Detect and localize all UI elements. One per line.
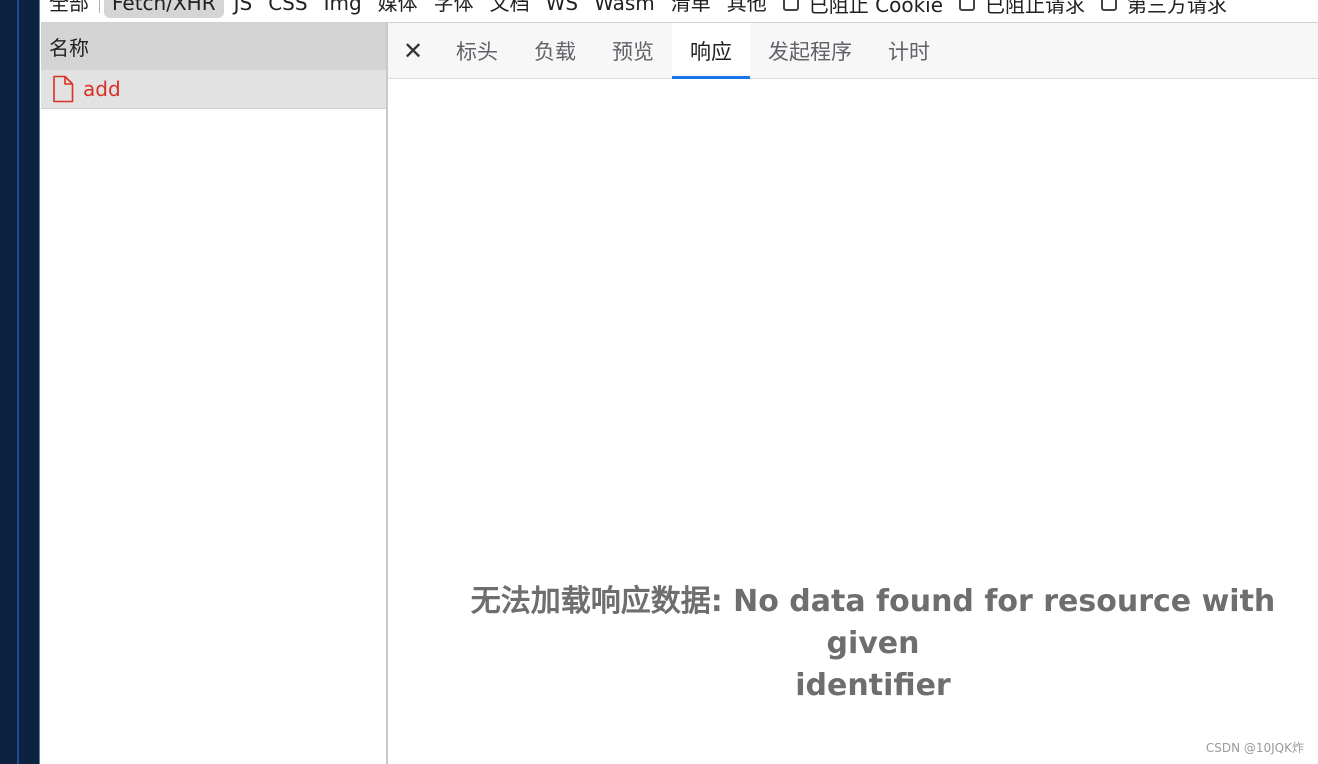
tab-initiator[interactable]: 发起程序 bbox=[750, 23, 870, 78]
blocked-requests-checkbox[interactable] bbox=[959, 0, 976, 11]
third-party-checkbox[interactable] bbox=[1101, 0, 1118, 11]
filter-doc[interactable]: 文档 bbox=[482, 0, 538, 18]
request-name: add bbox=[83, 77, 121, 101]
filter-wasm[interactable]: Wasm bbox=[586, 0, 663, 18]
tab-headers[interactable]: 标头 bbox=[438, 23, 516, 78]
blocked-requests-filter[interactable]: 已阻止请求 bbox=[951, 0, 1093, 18]
filter-fetch-xhr[interactable]: Fetch/XHR bbox=[104, 0, 224, 18]
filter-separator bbox=[99, 0, 100, 13]
response-error-line-1: 无法加载响应数据: No data found for resource wit… bbox=[470, 584, 1276, 661]
close-icon[interactable]: ✕ bbox=[388, 23, 438, 78]
tab-payload[interactable]: 负载 bbox=[516, 23, 594, 78]
sidebar-accent-line bbox=[17, 0, 19, 764]
name-column-label: 名称 bbox=[49, 36, 89, 60]
filter-other[interactable]: 其他 bbox=[719, 0, 775, 18]
filter-ws[interactable]: WS bbox=[538, 0, 586, 18]
blocked-requests-label: 已阻止请求 bbox=[985, 0, 1086, 17]
filter-bar: 全部 Fetch/XHR JS CSS Img 媒体 字体 文档 WS Wasm… bbox=[41, 0, 1318, 23]
filter-all[interactable]: 全部 bbox=[41, 0, 97, 18]
tab-timing[interactable]: 计时 bbox=[870, 23, 948, 78]
filter-media[interactable]: 媒体 bbox=[370, 0, 426, 18]
third-party-label: 第三方请求 bbox=[1127, 0, 1228, 17]
details-panel: ✕ 标头 负载 预览 响应 发起程序 计时 无法加载响应数据: No data … bbox=[388, 23, 1318, 764]
blocked-cookies-label: 已阻止 Cookie bbox=[808, 0, 944, 17]
watermark: CSDN @10JQK炸 bbox=[1205, 741, 1304, 755]
sidebar-edge bbox=[39, 0, 40, 764]
details-tabbar: ✕ 标头 负载 预览 响应 发起程序 计时 bbox=[388, 23, 1318, 79]
filter-row: 全部 Fetch/XHR JS CSS Img 媒体 字体 文档 WS Wasm… bbox=[41, 0, 1235, 19]
request-list: 名称 add bbox=[41, 23, 386, 764]
third-party-filter[interactable]: 第三方请求 bbox=[1093, 0, 1235, 18]
request-row[interactable]: add bbox=[41, 70, 386, 109]
response-error-line-2: identifier bbox=[795, 668, 951, 703]
filter-manifest[interactable]: 清单 bbox=[663, 0, 719, 18]
tab-response[interactable]: 响应 bbox=[672, 23, 750, 79]
response-error-message: 无法加载响应数据: No data found for resource wit… bbox=[428, 581, 1318, 707]
file-icon bbox=[53, 75, 74, 103]
tab-preview[interactable]: 预览 bbox=[594, 23, 672, 78]
blocked-cookies-checkbox[interactable] bbox=[782, 0, 799, 11]
name-column-header[interactable]: 名称 bbox=[41, 23, 386, 70]
left-app-sidebar bbox=[0, 0, 40, 764]
filter-img[interactable]: Img bbox=[316, 0, 370, 18]
blocked-cookies-filter[interactable]: 已阻止 Cookie bbox=[775, 0, 951, 18]
filter-font[interactable]: 字体 bbox=[426, 0, 482, 18]
filter-js[interactable]: JS bbox=[226, 0, 261, 18]
filter-css[interactable]: CSS bbox=[260, 0, 315, 18]
